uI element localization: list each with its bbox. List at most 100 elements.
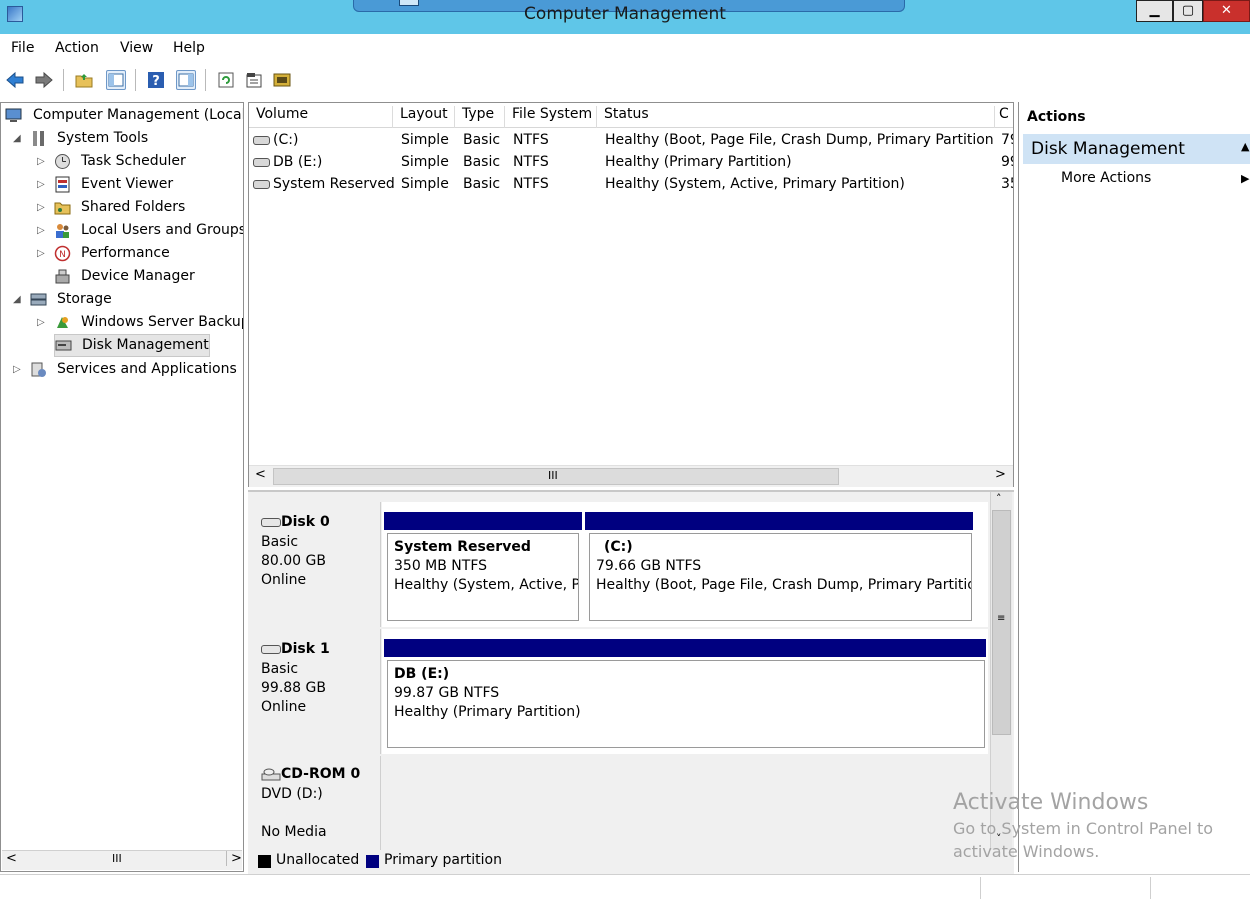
volume-status: Healthy (Boot, Page File, Crash Dump, Pr… <box>605 132 993 148</box>
back-arrow-icon[interactable] <box>5 70 25 90</box>
tree-label: Device Manager <box>81 268 195 284</box>
column-layout[interactable]: Layout <box>393 106 455 128</box>
volume-name: DB (E:) <box>273 154 323 170</box>
disk-name: CD-ROM 0 <box>281 766 361 782</box>
cdrom-icon <box>261 768 281 781</box>
volume-type: Basic <box>463 176 501 192</box>
volume-row[interactable]: (C:) Simple Basic NTFS Healthy (Boot, Pa… <box>249 130 1013 152</box>
scroll-grip: III <box>548 469 558 482</box>
partition-status: Healthy (Boot, Page File, Crash Dump, Pr… <box>596 577 972 593</box>
disk-1-partitions: DB (E:) 99.87 GB NTFS Healthy (Primary P… <box>382 629 988 754</box>
partition-db-e[interactable]: DB (E:) 99.87 GB NTFS Healthy (Primary P… <box>387 660 985 748</box>
properties-icon[interactable] <box>244 70 264 90</box>
tree-label: Services and Applications <box>57 361 237 377</box>
volume-status: Healthy (Primary Partition) <box>605 154 792 170</box>
tools-icon <box>33 131 44 146</box>
collapse-arrow-icon[interactable]: ◢ <box>13 127 21 150</box>
partition-bar <box>384 639 986 657</box>
column-volume[interactable]: Volume <box>249 106 393 128</box>
expand-arrow-icon[interactable]: ▷ <box>37 173 45 196</box>
menu-file[interactable]: File <box>11 40 34 56</box>
menu-view[interactable]: View <box>120 40 153 56</box>
minimize-button[interactable]: ▁ <box>1136 0 1173 22</box>
tree-label: Storage <box>57 291 112 307</box>
cdrom-0-label[interactable]: CD-ROM 0 DVD (D:) No Media <box>248 756 381 850</box>
disk-size: 99.88 GB <box>261 680 326 696</box>
expand-arrow-icon[interactable]: ▷ <box>37 196 45 219</box>
column-capacity[interactable]: C <box>995 106 1013 128</box>
partition-bar <box>384 512 582 530</box>
device-manager-icon <box>55 269 70 284</box>
partition-status: Healthy (Primary Partition) <box>394 704 581 720</box>
collapse-arrow-icon[interactable]: ◢ <box>13 288 21 311</box>
disk-management-icon <box>55 340 72 351</box>
column-status[interactable]: Status <box>597 106 995 128</box>
disk-name: Disk 1 <box>281 641 330 657</box>
close-button[interactable]: ✕ <box>1203 0 1250 22</box>
disk-0-partitions: System Reserved 350 MB NTFS Healthy (Sys… <box>382 502 988 627</box>
up-folder-icon[interactable] <box>74 70 94 90</box>
disk-0-label[interactable]: Disk 0 Basic 80.00 GB Online <box>248 502 381 627</box>
help-icon[interactable]: ? <box>146 70 166 90</box>
toolbar-separator <box>205 69 206 91</box>
title-bar: Computer Management ▁ ▢ ✕ <box>0 0 1250 34</box>
expand-arrow-icon[interactable]: ▷ <box>13 358 21 381</box>
disk-management-tool-icon[interactable] <box>272 70 292 90</box>
expand-arrow-icon[interactable]: ▷ <box>37 219 45 242</box>
window-title: Computer Management <box>524 4 726 24</box>
clock-icon <box>55 154 70 169</box>
expand-arrow-icon[interactable]: ▷ <box>37 242 45 265</box>
scroll-thumb[interactable]: ≡ <box>992 510 1011 735</box>
tree-label: Computer Management (Local <box>33 107 244 123</box>
tree-item-disk-management[interactable]: Disk Management <box>54 334 210 357</box>
watermark-line-1: Go to System in Control Panel to <box>953 819 1214 838</box>
disk-type: DVD (D:) <box>261 786 323 802</box>
column-file-system[interactable]: File System <box>505 106 597 128</box>
actions-section-disk-management[interactable]: Disk Management ▲ <box>1023 134 1250 164</box>
partition-system-reserved[interactable]: System Reserved 350 MB NTFS Healthy (Sys… <box>387 533 579 621</box>
disk-1-label[interactable]: Disk 1 Basic 99.88 GB Online <box>248 629 381 754</box>
tree-horizontal-scrollbar[interactable]: < III > <box>2 850 242 870</box>
status-divider <box>980 877 981 899</box>
volume-layout: Simple <box>401 154 449 170</box>
scroll-right-icon[interactable]: > <box>226 851 242 866</box>
scroll-up-icon[interactable]: ˄ <box>996 492 1002 505</box>
computer-icon <box>5 108 22 122</box>
scroll-left-icon[interactable]: < <box>6 851 17 866</box>
volume-status: Healthy (System, Active, Primary Partiti… <box>605 176 905 192</box>
menu-action[interactable]: Action <box>55 40 99 56</box>
storage-icon <box>30 293 47 306</box>
volume-row[interactable]: System Reserved Simple Basic NTFS Health… <box>249 174 1013 196</box>
expand-arrow-icon[interactable]: ▷ <box>37 311 45 334</box>
column-type[interactable]: Type <box>455 106 505 128</box>
submenu-arrow-icon[interactable]: ▶ <box>1241 172 1249 185</box>
tree-label: Local Users and Groups <box>81 222 244 238</box>
scroll-thumb[interactable]: III <box>273 468 839 485</box>
partition-c[interactable]: (C:) 79.66 GB NTFS Healthy (Boot, Page F… <box>589 533 972 621</box>
performance-icon: N <box>54 245 71 262</box>
volume-list-horizontal-scrollbar[interactable]: < III > <box>249 465 1013 487</box>
actions-title: Actions <box>1027 109 1086 125</box>
menu-help[interactable]: Help <box>173 40 205 56</box>
more-actions-item[interactable]: More Actions <box>1061 170 1151 186</box>
volume-capacity: 99 <box>1001 154 1013 170</box>
collapse-up-icon[interactable]: ▲ <box>1241 140 1249 153</box>
maximize-button[interactable]: ▢ <box>1173 0 1203 22</box>
legend: Unallocated Primary partition <box>248 850 1014 874</box>
partition-title: DB (E:) <box>394 666 450 682</box>
tree-label: Task Scheduler <box>81 153 186 169</box>
expand-arrow-icon[interactable]: ▷ <box>37 150 45 173</box>
show-hide-tree-icon[interactable] <box>106 70 126 90</box>
scroll-left-icon[interactable]: < <box>255 467 266 482</box>
scroll-right-icon[interactable]: > <box>995 467 1006 482</box>
show-hide-action-pane-icon[interactable] <box>176 70 196 90</box>
forward-arrow-icon[interactable] <box>34 70 54 90</box>
actions-section-label: Disk Management <box>1031 139 1185 159</box>
shared-folder-icon <box>54 202 71 215</box>
volume-row[interactable]: DB (E:) Simple Basic NTFS Healthy (Prima… <box>249 152 1013 174</box>
refresh-icon[interactable] <box>216 70 236 90</box>
scroll-grip-icon: ≡ <box>997 613 1006 624</box>
users-icon <box>56 224 69 238</box>
volume-capacity: 35 <box>1001 176 1013 192</box>
svg-text:N: N <box>59 250 66 260</box>
